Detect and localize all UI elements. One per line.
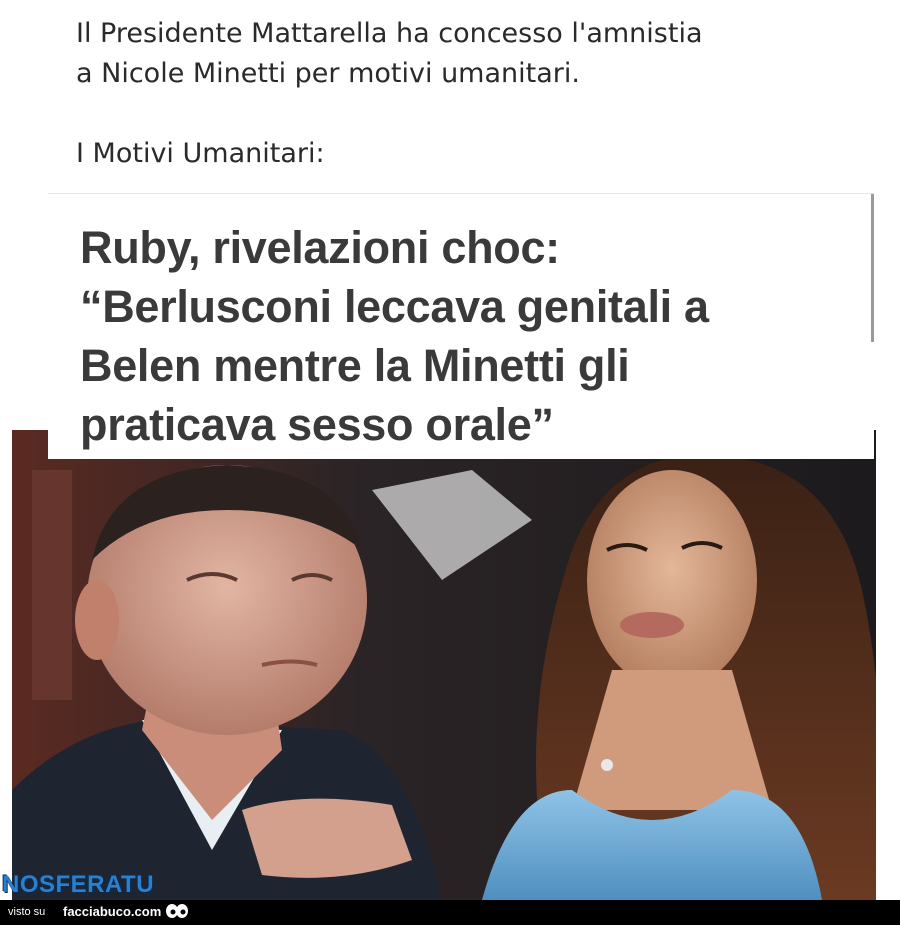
nosferatu-watermark: NOSFERATU <box>2 871 155 898</box>
intro-spacer <box>76 94 876 134</box>
news-photo <box>12 430 876 900</box>
photo-illustration <box>12 430 876 900</box>
eyes-icon <box>165 903 189 926</box>
intro-line-3: I Motivi Umanitari: <box>76 138 325 169</box>
card-edge <box>871 194 874 342</box>
footer-bar: visto su facciabuco.com <box>0 900 900 925</box>
headline: Ruby, rivelazioni choc: “Berlusconi lecc… <box>80 218 860 454</box>
intro-line-2: a Nicole Minetti per motivi umanitari. <box>76 58 580 89</box>
headline-line-4: praticava sesso orale” <box>80 399 554 450</box>
headline-line-1: Ruby, rivelazioni choc: <box>80 222 560 273</box>
footer-prefix: visto su <box>8 906 46 918</box>
intro-line-1: Il Presidente Mattarella ha concesso l'a… <box>76 18 703 49</box>
intro-text: Il Presidente Mattarella ha concesso l'a… <box>76 14 876 174</box>
footer-site-link[interactable]: facciabuco.com <box>63 904 161 919</box>
headline-card: Ruby, rivelazioni choc: “Berlusconi lecc… <box>48 193 874 459</box>
headline-line-3: Belen mentre la Minetti gli <box>80 340 630 391</box>
headline-line-2: “Berlusconi leccava genitali a <box>80 281 709 332</box>
